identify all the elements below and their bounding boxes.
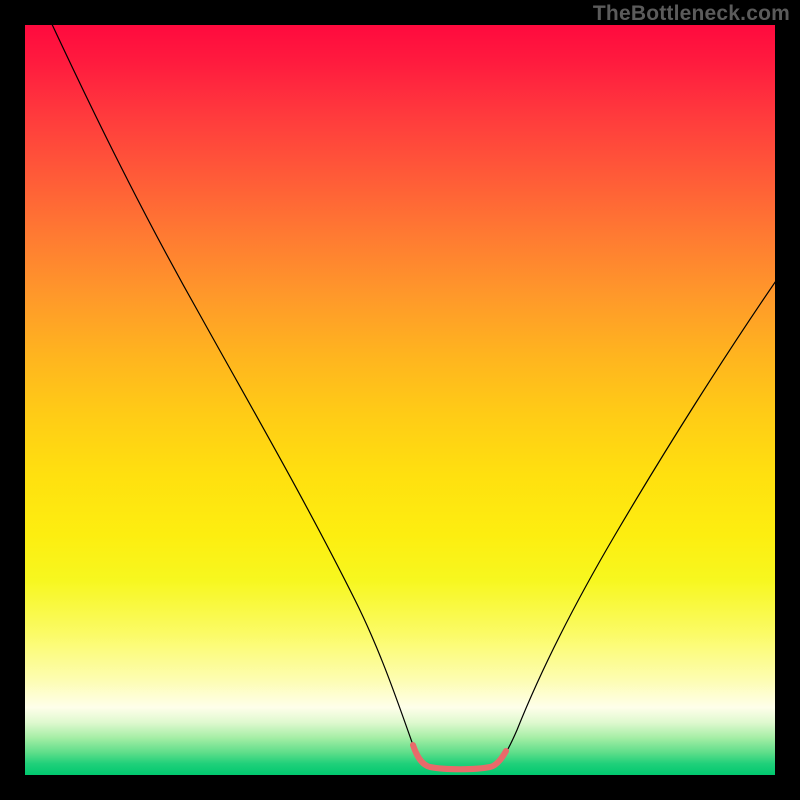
plot-area [25,25,775,775]
bottleneck-curve [50,25,775,769]
curve-layer [25,25,775,775]
optimal-range-marker [413,745,506,769]
watermark-text: TheBottleneck.com [593,2,790,26]
chart-frame: TheBottleneck.com [0,0,800,800]
